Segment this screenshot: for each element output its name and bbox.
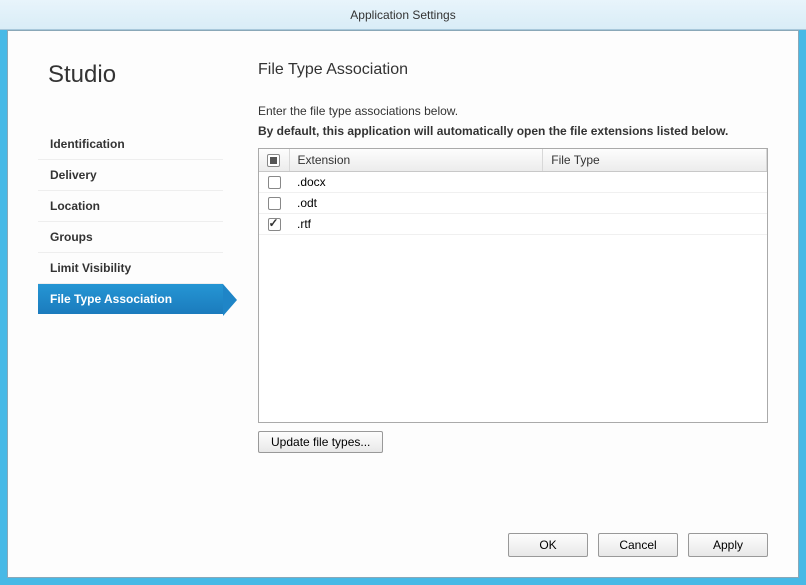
column-extension[interactable]: Extension [289,149,543,171]
row-checkbox-cell [259,171,289,192]
sidebar-item-groups[interactable]: Groups [38,222,223,253]
row-extension: .odt [289,192,543,213]
row-checkbox-cell [259,192,289,213]
table-body: .docx.odt.rtf [259,171,767,234]
header-checkbox-cell [259,149,289,171]
row-checkbox[interactable] [268,176,281,189]
main-title: File Type Association [258,61,768,79]
row-checkbox-cell [259,213,289,234]
sidebar-item-limit-visibility[interactable]: Limit Visibility [38,253,223,284]
row-file-type [543,213,767,234]
sidebar-item-location[interactable]: Location [38,191,223,222]
titlebar[interactable]: Application Settings [0,0,806,30]
main-desc-1: Enter the file type associations below. [258,104,768,118]
row-file-type [543,171,767,192]
row-extension: .docx [289,171,543,192]
table-row[interactable]: .odt [259,192,767,213]
main-desc-2: By default, this application will automa… [258,124,768,138]
column-file-type[interactable]: File Type [543,149,767,171]
select-all-checkbox[interactable] [267,154,280,167]
sidebar-item-identification[interactable]: Identification [38,129,223,160]
row-checkbox[interactable] [268,197,281,210]
application-settings-window: Application Settings Studio Identificati… [0,0,806,585]
main-panel: File Type Association Enter the file typ… [233,61,768,515]
file-type-table-container: Extension File Type .docx.odt.rtf [258,148,768,423]
sidebar-item-delivery[interactable]: Delivery [38,160,223,191]
update-file-types-button[interactable]: Update file types... [258,431,383,453]
table-row[interactable]: .rtf [259,213,767,234]
sidebar-item-file-type-association[interactable]: File Type Association [38,284,223,314]
sidebar: Studio IdentificationDeliveryLocationGro… [38,61,233,515]
sidebar-title: Studio [38,61,223,89]
file-type-table: Extension File Type .docx.odt.rtf [259,149,767,235]
window-title: Application Settings [350,8,455,22]
client-area: Studio IdentificationDeliveryLocationGro… [7,30,799,578]
table-row[interactable]: .docx [259,171,767,192]
dialog-footer: OK Cancel Apply [8,515,798,577]
row-checkbox[interactable] [268,218,281,231]
row-extension: .rtf [289,213,543,234]
cancel-button[interactable]: Cancel [598,533,678,557]
sidebar-items: IdentificationDeliveryLocationGroupsLimi… [38,129,223,314]
ok-button[interactable]: OK [508,533,588,557]
content-area: Studio IdentificationDeliveryLocationGro… [8,31,798,515]
apply-button[interactable]: Apply [688,533,768,557]
row-file-type [543,192,767,213]
